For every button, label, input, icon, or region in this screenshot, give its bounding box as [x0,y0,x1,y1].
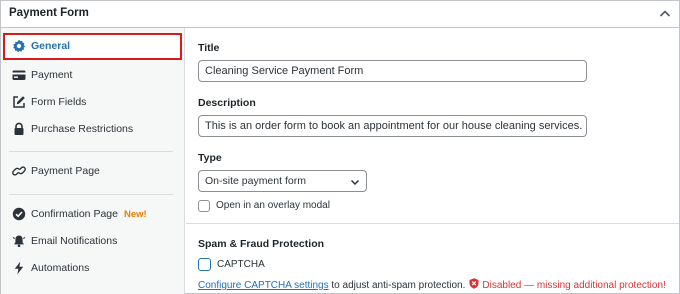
sidebar-item-purchase-restrictions[interactable]: Purchase Restrictions [3,116,182,143]
check-circle-icon [12,207,26,221]
type-label: Type [198,152,222,164]
general-settings: Title Cleaning Service Payment Form Desc… [186,28,679,294]
sidebar-divider [9,194,173,195]
sidebar-item-label: General [31,40,71,52]
payment-form-panel: Payment Form General Payment Form Fields… [0,0,680,294]
sidebar-item-label: Purchase Restrictions [31,123,134,135]
description-input[interactable]: This is an order form to book an appoint… [198,115,587,137]
sidebar-item-label: Confirmation Page New! [31,208,147,220]
type-select[interactable]: On-site payment form [198,170,367,192]
spam-protection-heading: Spam & Fraud Protection [198,238,325,250]
sidebar-item-text: Confirmation Page [31,208,118,220]
chevron-down-icon [349,176,361,188]
captcha-label: CAPTCHA [217,259,265,270]
overlay-modal-checkbox[interactable] [198,200,210,212]
shield-warning-icon [469,278,479,289]
captcha-help-suffix: to adjust anti-spam protection. [328,280,466,291]
sidebar-item-label: Form Fields [31,96,87,108]
description-label: Description [198,97,256,109]
edit-icon [12,95,26,109]
title-label: Title [198,42,220,54]
gear-icon [12,39,26,53]
sidebar-item-label: Automations [31,262,90,274]
captcha-warning: Disabled — missing additional protection… [482,280,666,291]
sidebar-item-payment-page[interactable]: Payment Page [3,158,182,185]
panel-title: Payment Form [9,7,89,19]
bell-icon [12,234,26,248]
sidebar-item-automations[interactable]: Automations [3,255,182,282]
section-divider [186,223,679,224]
captcha-checkbox[interactable] [198,258,211,271]
credit-card-icon [12,68,26,82]
overlay-modal-label: Open in an overlay modal [216,200,330,211]
lock-icon [12,122,26,136]
sidebar-item-label: Email Notifications [31,235,118,247]
type-select-value: On-site payment form [205,175,306,187]
sidebar-item-label: Payment [31,69,73,81]
sidebar-item-label: Payment Page [31,165,100,177]
sidebar-divider [9,151,173,152]
chevron-up-icon[interactable] [657,6,673,22]
sidebar-item-general[interactable]: General [3,33,182,60]
sidebar-item-confirmation-page[interactable]: Confirmation Page New! [3,201,182,228]
title-input[interactable]: Cleaning Service Payment Form [198,60,587,82]
settings-sidebar: General Payment Form Fields Purchase Res… [1,28,185,294]
link-icon [12,164,26,178]
sidebar-item-email-notifications[interactable]: Email Notifications [3,228,182,255]
lightning-icon [12,261,26,275]
configure-captcha-link[interactable]: Configure CAPTCHA settings [198,280,329,291]
new-badge: New! [123,209,147,220]
captcha-help-text: Configure CAPTCHA settings to adjust ant… [198,278,666,291]
panel-header: Payment Form [1,1,679,28]
sidebar-item-form-fields[interactable]: Form Fields [3,89,182,116]
sidebar-item-payment[interactable]: Payment [3,62,182,89]
